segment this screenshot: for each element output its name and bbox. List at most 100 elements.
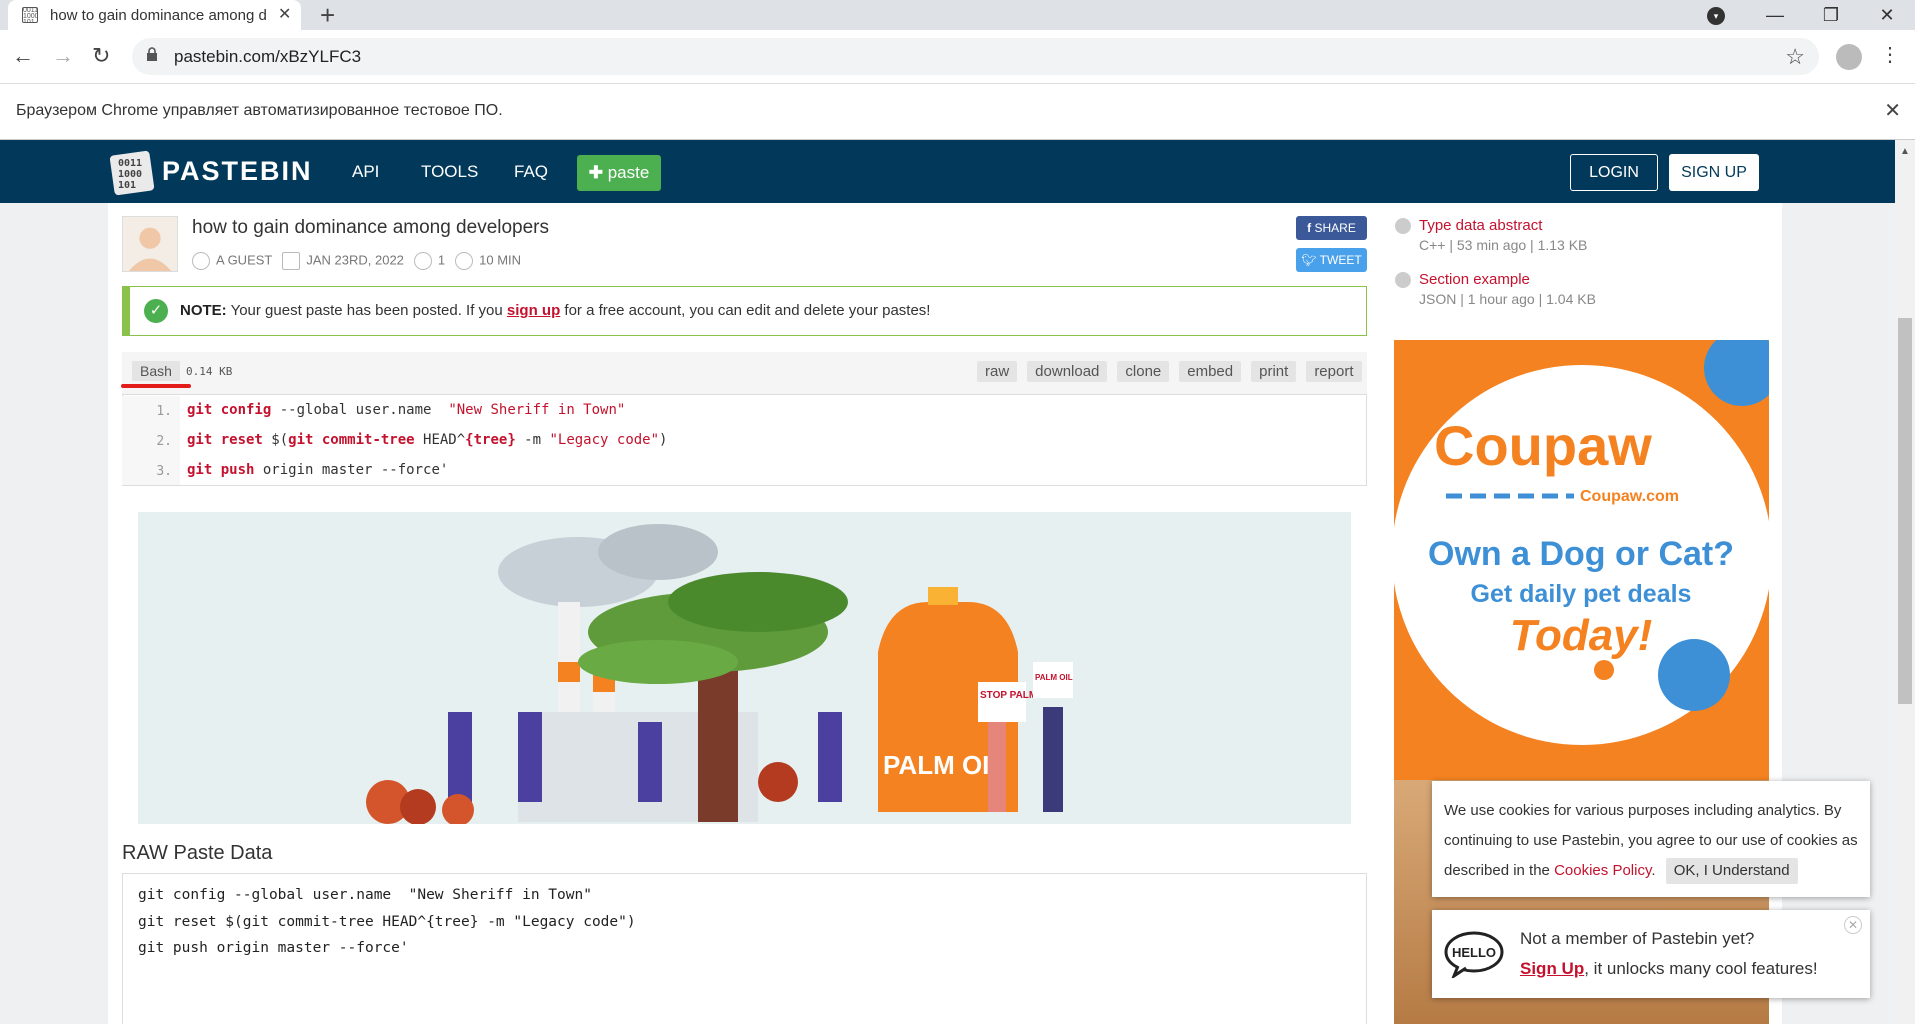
new-paste-label: paste <box>607 163 650 182</box>
new-tab-icon[interactable]: + <box>320 0 335 30</box>
code-line-1: git config --global user.name "New Sheri… <box>187 402 626 418</box>
paste-date: JAN 23RD, 2022 <box>306 252 404 268</box>
line-number: 1. <box>156 404 172 419</box>
coupaw-advertisement[interactable]: Coupaw Coupaw.com Own a Dog or Cat? Get … <box>1394 340 1769 780</box>
browser-tab[interactable]: 0011 1000 101 how to gain dominance amon… <box>8 0 301 30</box>
forward-icon[interactable]: → <box>52 44 74 68</box>
eye-icon <box>413 252 432 270</box>
code-line-2: git reset $(git commit-tree HEAD^{tree} … <box>187 432 668 448</box>
window-close-icon[interactable]: ✕ <box>1859 5 1915 26</box>
svg-text:1000: 1000 <box>118 169 142 180</box>
pastebin-logo-icon[interactable]: 0011 1000 101 <box>110 150 158 196</box>
sidebar-paste-meta: JSON | 1 hour ago | 1.04 KB <box>1419 291 1596 307</box>
scrollbar-thumb[interactable] <box>1898 318 1912 704</box>
language-underline-annotation <box>121 384 191 388</box>
lock-icon <box>147 47 157 61</box>
new-paste-button[interactable]: ✚ paste <box>577 155 661 191</box>
address-bar[interactable]: pastebin.com/xBzYLFC3 ☆ <box>132 38 1819 75</box>
bookmark-star-icon[interactable]: ☆ <box>1785 44 1805 70</box>
tweet-button[interactable]: 🐦︎ TWEET <box>1296 248 1367 272</box>
nav-faq[interactable]: FAQ <box>514 162 548 182</box>
hello-speech-bubble-icon: HELLO <box>1444 931 1504 978</box>
note-text: NOTE: Your guest paste has been posted. … <box>180 302 930 319</box>
raw-line: git config --global user.name "New Sheri… <box>138 887 592 903</box>
facebook-share-button[interactable]: f SHARE <box>1296 216 1367 240</box>
sidebar-paste-meta: C++ | 53 min ago | 1.13 KB <box>1419 237 1588 253</box>
ad-headline: Own a Dog or Cat? <box>1428 535 1734 573</box>
ad-domain: Coupaw.com <box>1580 488 1679 505</box>
paste-title: how to gain dominance among developers <box>192 217 550 238</box>
member-question: Not a member of Pastebin yet? <box>1520 929 1755 948</box>
jug-label: PALM OIL <box>883 750 1005 780</box>
share-label: SHARE <box>1314 221 1356 235</box>
reload-icon[interactable]: ↻ <box>92 44 110 68</box>
ad-brand: Coupaw <box>1434 414 1652 477</box>
ad-today: Today! <box>1510 611 1653 660</box>
member-signup-line: Sign Up, it unlocks many cool features! <box>1520 959 1818 979</box>
login-button[interactable]: LOGIN <box>1570 154 1658 191</box>
sidebar-paste-title[interactable]: Type data abstract <box>1419 217 1542 234</box>
facebook-icon: f <box>1307 221 1315 235</box>
clone-button[interactable]: clone <box>1117 361 1170 382</box>
tab-search-icon[interactable]: ▾ <box>1707 7 1725 25</box>
site-brand[interactable]: PASTEBIN <box>162 156 313 187</box>
restore-icon[interactable]: ❐ <box>1803 5 1859 26</box>
signup-prompt-popup: HELLO Not a member of Pastebin yet? Sign… <box>1432 910 1870 998</box>
browser-menu-icon[interactable]: ⋮ <box>1880 42 1900 67</box>
cookie-consent-popup: We use cookies for various purposes incl… <box>1432 781 1870 897</box>
report-button[interactable]: report <box>1306 361 1362 382</box>
svg-text:101: 101 <box>118 180 136 191</box>
paste-meta: A GUEST JAN 23RD, 2022 1 10 MIN <box>192 252 521 270</box>
embed-button[interactable]: embed <box>1179 361 1242 382</box>
note-signup-link[interactable]: sign up <box>507 302 560 319</box>
cookie-text-block: We use cookies for various purposes incl… <box>1444 796 1864 886</box>
raw-button[interactable]: raw <box>977 361 1018 382</box>
note-text-1: Your guest paste has been posted. If you <box>230 302 503 319</box>
palm-oil-illustration[interactable]: PALM OIL STOP PALM OIL PALM OIL <box>138 512 1351 824</box>
browser-toolbar: ← → ↻ pastebin.com/xBzYLFC3 ☆ <box>0 30 1915 84</box>
raw-paste-title: RAW Paste Data <box>122 842 273 864</box>
twitter-icon: 🐦︎ <box>1301 253 1320 267</box>
scroll-up-arrow-icon[interactable]: ▲ <box>1900 146 1910 157</box>
guest-avatar <box>122 216 178 272</box>
svg-text:0011: 0011 <box>118 158 142 169</box>
plus-icon: ✚ <box>588 163 603 182</box>
cookie-ok-button[interactable]: OK, I Understand <box>1665 858 1798 884</box>
paste-author[interactable]: A GUEST <box>216 252 272 267</box>
protest-sign-2: PALM OIL <box>1035 673 1073 682</box>
calendar-icon <box>282 252 301 270</box>
hello-text: HELLO <box>1452 945 1496 960</box>
automation-infobar: Браузером Chrome управляет автоматизиров… <box>0 84 1915 140</box>
nav-tools[interactable]: TOOLS <box>421 162 478 182</box>
popup-close-icon[interactable]: ✕ <box>1844 916 1862 934</box>
cookies-policy-link[interactable]: Cookies Policy <box>1554 862 1651 879</box>
member-signup-link[interactable]: Sign Up <box>1520 959 1584 978</box>
nav-api[interactable]: API <box>352 162 379 182</box>
profile-avatar-icon[interactable] <box>1836 44 1862 70</box>
globe-icon <box>1395 218 1411 234</box>
back-icon[interactable]: ← <box>12 44 34 68</box>
check-icon: ✓ <box>144 299 168 323</box>
ad-subline: Get daily pet deals <box>1471 580 1692 608</box>
paste-expires: 10 MIN <box>479 252 522 268</box>
user-icon <box>192 252 210 270</box>
note-text-2: for a free account, you can edit and del… <box>564 302 931 319</box>
language-tag[interactable]: Bash <box>132 361 180 381</box>
url-text: pastebin.com/xBzYLFC3 <box>174 47 362 66</box>
timer-icon <box>455 252 474 270</box>
tab-title: how to gain dominance among d <box>50 7 267 24</box>
globe-icon <box>1395 272 1411 288</box>
download-button[interactable]: download <box>1027 361 1108 382</box>
print-button[interactable]: print <box>1251 361 1297 382</box>
infobar-close-icon[interactable]: ✕ <box>1884 98 1901 123</box>
window-controls: — ❐ ✕ <box>1747 0 1915 30</box>
raw-line: git push origin master --force' <box>138 940 409 956</box>
minimize-icon[interactable]: — <box>1747 5 1803 26</box>
paste-views: 1 <box>437 252 446 268</box>
line-number: 2. <box>156 434 172 449</box>
tab-close-icon[interactable]: ✕ <box>278 4 291 24</box>
sidebar-paste-title[interactable]: Section example <box>1419 271 1530 288</box>
guest-note-banner: ✓ NOTE: Your guest paste has been posted… <box>122 286 1367 336</box>
code-line-3: git push origin master --force' <box>187 462 449 478</box>
signup-button[interactable]: SIGN UP <box>1669 154 1759 191</box>
